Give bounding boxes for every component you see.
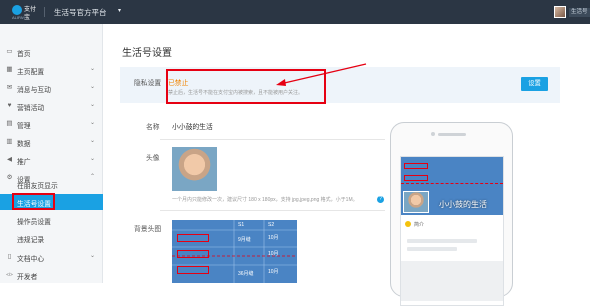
sidebar-item-label: 开发者 xyxy=(17,274,38,281)
avatar-image[interactable] xyxy=(172,147,217,191)
chevron-down-icon: ⌄ xyxy=(89,120,95,126)
chevron-down-icon: ⌄ xyxy=(89,138,95,144)
preview-dashed-line xyxy=(401,183,503,184)
sidebar-item-marketing[interactable]: ♥ 营销活动 ⌄ xyxy=(0,97,103,115)
bg-cell: 9月缝 xyxy=(238,237,251,243)
name-value: 小小鼓的生活 xyxy=(172,124,213,131)
sidebar-item-developer[interactable]: </> 开发者 xyxy=(0,266,103,284)
preview-placeholder-line xyxy=(407,247,457,251)
sidebar-subitem-operator-settings[interactable]: 操作员设置 xyxy=(0,212,103,228)
document-icon: ▤ xyxy=(6,120,13,127)
bg-cell: 36月缝 xyxy=(238,271,254,277)
layout-icon: ▦ xyxy=(6,66,13,73)
background-image[interactable]: S1 S2 9月缝 10月 36月缝 10月 10月 xyxy=(172,220,297,283)
sidebar-item-data[interactable]: ▥ 数据 ⌄ xyxy=(0,133,103,151)
sidebar-subitem-label: 操作员设置 xyxy=(17,219,51,226)
sidebar-subitem-friend-page[interactable]: 在朋友页显示 xyxy=(0,176,103,192)
row-divider xyxy=(160,210,385,211)
user-name[interactable]: 生活号 xyxy=(569,8,590,17)
chevron-down-icon[interactable]: ▾ xyxy=(118,7,121,14)
alipay-logo[interactable]: 支付宝 ALIPAY xyxy=(12,5,40,21)
chevron-down-icon: ⌄ xyxy=(89,253,95,259)
megaphone-icon: ◀ xyxy=(7,156,12,163)
phone-camera xyxy=(431,132,435,136)
preview-name: 小小鼓的生活 xyxy=(439,200,487,209)
privacy-settings-button[interactable]: 设置 xyxy=(521,77,548,91)
bg-highlight-box xyxy=(177,250,209,258)
sidebar-subitem-violations[interactable]: 违规记录 xyxy=(0,230,103,246)
bg-highlight-box xyxy=(404,175,428,181)
sidebar-item-label: 主页配置 xyxy=(17,69,45,76)
privacy-label: 隐私设置 xyxy=(134,80,162,87)
sidebar-item-label: 首页 xyxy=(17,51,31,58)
sidebar-item-messages[interactable]: ✉ 消息与互动 ⌄ xyxy=(0,79,103,97)
sidebar-item-label: 文档中心 xyxy=(17,256,45,263)
annotation-arrow xyxy=(276,63,367,86)
sidebar-item-docs[interactable]: ▯ 文档中心 ⌄ xyxy=(0,248,103,266)
sidebar-item-promote[interactable]: ◀ 推广 ⌄ xyxy=(0,151,103,169)
bg-cell: 10月 xyxy=(268,269,279,275)
bg-header: S1 xyxy=(238,222,245,228)
name-label: 名称 xyxy=(146,124,160,131)
message-icon: ✉ xyxy=(6,84,13,91)
sidebar-item-label: 数据 xyxy=(17,141,31,148)
logo-subtext: ALIPAY xyxy=(12,15,26,20)
sidebar: ▭ 首页 ▦ 主页配置 ⌄ ✉ 消息与互动 ⌄ ♥ 营销活动 ⌄ ▤ 管理 ⌄ … xyxy=(0,24,103,283)
chevron-down-icon: ⌄ xyxy=(89,84,95,90)
preview-avatar xyxy=(403,191,429,213)
background-label: 背景头图 xyxy=(134,226,162,233)
logo-text: 支付宝 xyxy=(24,7,37,21)
top-divider xyxy=(44,7,45,17)
sidebar-item-label: 管理 xyxy=(17,123,31,130)
phone-speaker xyxy=(438,133,466,136)
bg-highlight-box xyxy=(177,234,209,242)
sidebar-subitem-label: 违规记录 xyxy=(17,237,45,244)
avatar-upload-note: 一个月内只能修改一次，建议尺寸 180 x 180px，支持 jpg,jpeg,… xyxy=(172,197,358,203)
row-divider xyxy=(160,139,385,140)
platform-title[interactable]: 生活号官方平台 xyxy=(54,7,107,18)
sidebar-subitem-label: 在朋友页显示 xyxy=(17,183,58,190)
sidebar-item-home[interactable]: ▭ 首页 xyxy=(0,43,103,61)
bg-header: S2 xyxy=(268,222,275,228)
preview-content-area xyxy=(401,261,503,301)
phone-screen: 小小鼓的生活 简介 xyxy=(400,156,504,306)
sidebar-item-homepage-config[interactable]: ▦ 主页配置 ⌄ xyxy=(0,61,103,79)
bg-cell: 10月 xyxy=(268,251,279,257)
preview-intro-row: 简介 xyxy=(401,217,503,231)
chevron-down-icon: ⌄ xyxy=(89,156,95,162)
sidebar-highlight-box xyxy=(12,193,55,210)
monitor-icon: ▭ xyxy=(6,48,13,55)
alipay-logo-icon xyxy=(12,5,22,15)
bg-cell: 10月 xyxy=(268,235,279,241)
page-title: 生活号设置 xyxy=(122,48,172,59)
bulb-icon xyxy=(405,221,411,227)
sidebar-item-manage[interactable]: ▤ 管理 ⌄ xyxy=(0,115,103,133)
bg-highlight-box xyxy=(177,266,209,274)
sidebar-item-label: 营销活动 xyxy=(17,105,45,112)
preview-intro-label: 简介 xyxy=(414,222,425,228)
bg-highlight-box xyxy=(404,163,428,169)
phone-preview: 小小鼓的生活 简介 xyxy=(390,122,513,306)
help-icon[interactable]: ? xyxy=(377,196,384,203)
chevron-down-icon: ⌄ xyxy=(89,66,95,72)
file-icon: ▯ xyxy=(7,253,12,260)
sidebar-item-label: 推广 xyxy=(17,159,31,166)
code-icon: </> xyxy=(6,272,13,277)
preview-placeholder-line xyxy=(407,239,477,243)
top-bar: 支付宝 ALIPAY 生活号官方平台 ▾ 生活号 xyxy=(0,0,590,24)
avatar-label: 头像 xyxy=(146,155,160,162)
preview-banner: 小小鼓的生活 xyxy=(401,157,503,215)
user-avatar[interactable] xyxy=(554,6,566,18)
sidebar-item-label: 消息与互动 xyxy=(17,87,51,94)
chart-icon: ▥ xyxy=(6,138,13,145)
chevron-down-icon: ⌄ xyxy=(89,102,95,108)
heart-icon: ♥ xyxy=(7,102,12,109)
